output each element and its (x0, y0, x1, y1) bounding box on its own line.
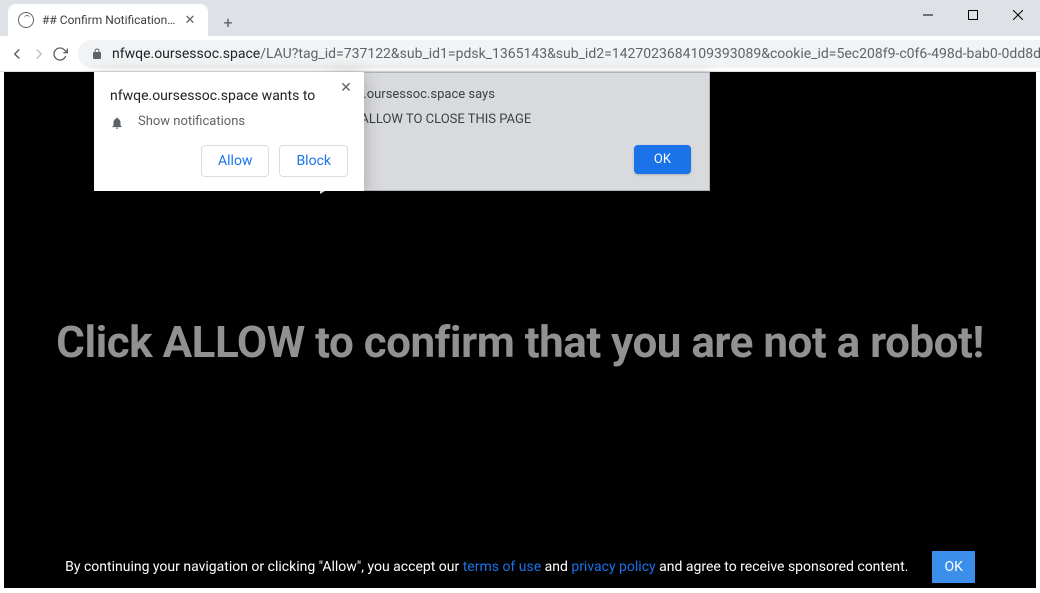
url-path: /LAU?tag_id=737122&sub_id1=pdsk_1365143&… (260, 46, 1040, 62)
browser-toolbar: nfwqe.oursessoc.space/LAU?tag_id=737122&… (0, 36, 1040, 72)
notification-body-text: Show notifications (138, 114, 245, 129)
cookie-consent-text: By continuing your navigation or clickin… (65, 558, 908, 576)
notification-buttons: Allow Block (110, 145, 348, 177)
globe-icon (18, 12, 34, 28)
privacy-policy-link[interactable]: privacy policy (571, 559, 655, 575)
forward-button[interactable] (30, 40, 48, 68)
notification-body: Show notifications (110, 114, 348, 129)
cookie-ok-button[interactable]: OK (932, 551, 974, 583)
maximize-button[interactable] (950, 0, 995, 30)
address-bar[interactable]: nfwqe.oursessoc.space/LAU?tag_id=737122&… (78, 40, 1040, 68)
alert-ok-button[interactable]: OK (634, 145, 691, 174)
bell-icon (110, 115, 124, 129)
tab-bar: ## Confirm Notifications ## ✕ + (0, 0, 1040, 36)
javascript-alert-dialog: qe.oursessoc.space says K ALLOW TO CLOSE… (330, 72, 710, 191)
notification-permission-popup: ✕ nfwqe.oursessoc.space wants to Show no… (94, 72, 364, 191)
cookie-consent-bar: By continuing your navigation or clickin… (0, 551, 1040, 583)
cookie-text-prefix: By continuing your navigation or clickin… (65, 559, 463, 575)
browser-tab[interactable]: ## Confirm Notifications ## ✕ (8, 4, 208, 36)
back-button[interactable] (8, 40, 26, 68)
cookie-text-suffix: and agree to receive sponsored content. (656, 559, 909, 575)
url-text: nfwqe.oursessoc.space/LAU?tag_id=737122&… (112, 46, 1040, 62)
tab-close-icon[interactable]: ✕ (182, 12, 198, 28)
allow-button[interactable]: Allow (201, 145, 269, 177)
window-close-button[interactable] (995, 0, 1040, 30)
terms-of-use-link[interactable]: terms of use (463, 559, 541, 575)
new-tab-button[interactable]: + (214, 8, 242, 36)
alert-message-text: K ALLOW TO CLOSE THIS PAGE (349, 112, 691, 127)
block-button[interactable]: Block (279, 145, 348, 177)
alert-origin-text: qe.oursessoc.space says (349, 87, 691, 102)
decorator (0, 588, 1040, 593)
window-controls (905, 0, 1040, 30)
reload-button[interactable] (52, 40, 68, 68)
minimize-button[interactable] (905, 0, 950, 30)
notification-origin-text: nfwqe.oursessoc.space wants to (110, 88, 348, 104)
tab-title: ## Confirm Notifications ## (42, 13, 176, 27)
lock-icon (90, 47, 104, 61)
cookie-text-and: and (541, 559, 571, 575)
page-heading: Click ALLOW to confirm that you are not … (0, 316, 1040, 368)
popup-close-icon[interactable]: ✕ (336, 78, 356, 98)
url-host: nfwqe.oursessoc.space (112, 46, 260, 62)
